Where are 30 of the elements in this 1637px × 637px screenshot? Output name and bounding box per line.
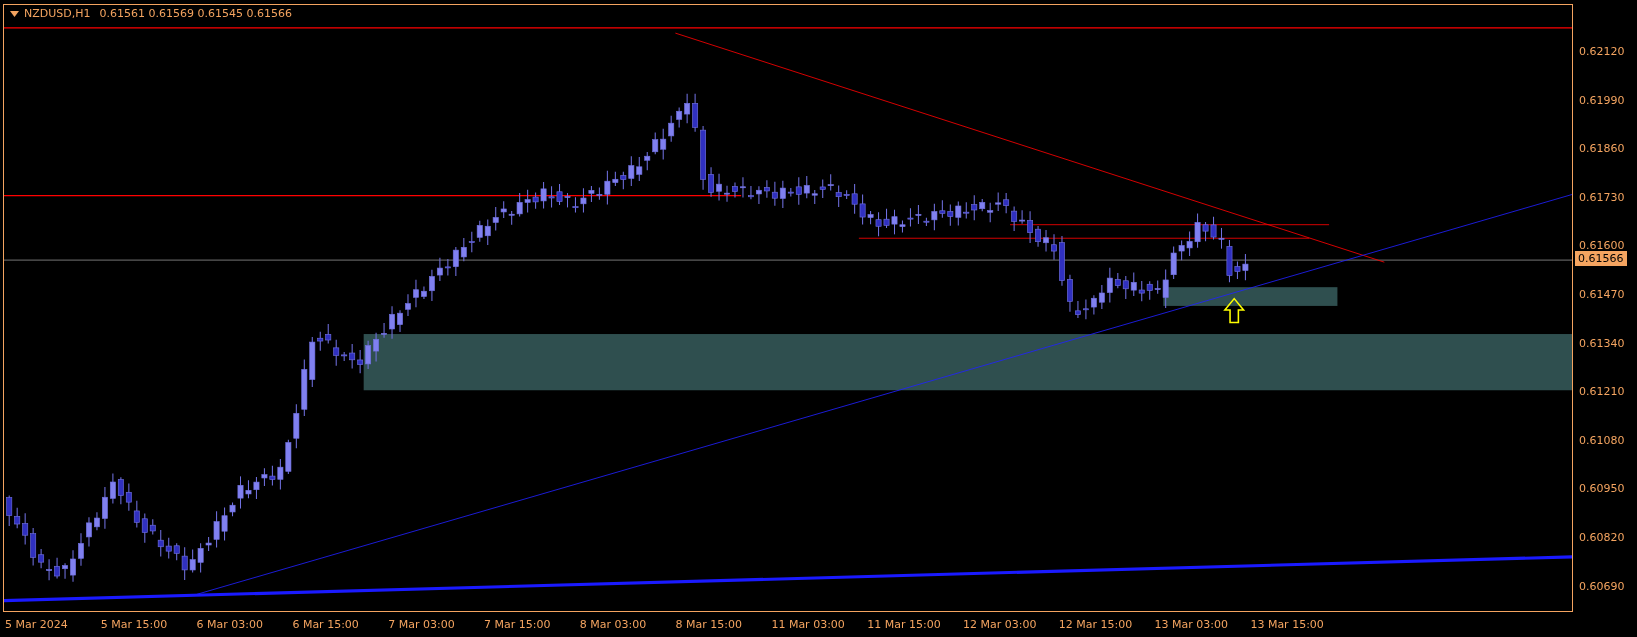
dropdown-icon[interactable] (10, 10, 19, 17)
time-axis-label: 8 Mar 03:00 (579, 618, 647, 631)
price-axis-label: 0.61860 (1579, 142, 1625, 156)
time-axis-label: 5 Mar 15:00 (100, 618, 168, 631)
time-axis-label: 5 Mar 2024 (5, 618, 68, 631)
price-axis-label: 0.61730 (1579, 190, 1625, 204)
time-axis-label: 13 Mar 15:00 (1250, 618, 1324, 631)
time-axis-label: 6 Mar 15:00 (292, 618, 359, 631)
current-price-label: 0.61566 (1575, 251, 1627, 266)
time-axis-label: 11 Mar 15:00 (867, 618, 941, 631)
price-axis-label: 0.61990 (1579, 93, 1625, 107)
time-axis-label: 12 Mar 03:00 (963, 618, 1037, 631)
price-axis-label: 0.62120 (1579, 45, 1625, 58)
time-axis-label: 8 Mar 15:00 (675, 618, 743, 631)
price-axis-label: 0.60950 (1579, 482, 1625, 496)
price-axis-label: 0.61080 (1579, 433, 1625, 447)
price-values: 0.61561 0.61569 0.61545 0.61566 (99, 7, 292, 20)
symbol-label: NZDUSD,H1 (24, 7, 91, 20)
time-axis-label: 11 Mar 03:00 (771, 618, 845, 631)
price-axis-label: 0.61600 (1579, 239, 1625, 253)
price-axis-label: 0.61340 (1579, 336, 1625, 350)
price-axis-label: 0.60820 (1579, 531, 1625, 544)
time-axis-label: 7 Mar 03:00 (388, 618, 455, 631)
price-axis-label: 0.60690 (1579, 579, 1625, 593)
time-axis-label: 7 Mar 15:00 (484, 618, 551, 631)
time-axis-label: 6 Mar 03:00 (196, 618, 264, 631)
price-axis-label: 0.61470 (1579, 288, 1625, 301)
price-axis-label: 0.61210 (1579, 385, 1625, 399)
time-axis-label: 13 Mar 03:00 (1154, 618, 1229, 631)
time-axis-label: 12 Mar 15:00 (1058, 618, 1133, 631)
